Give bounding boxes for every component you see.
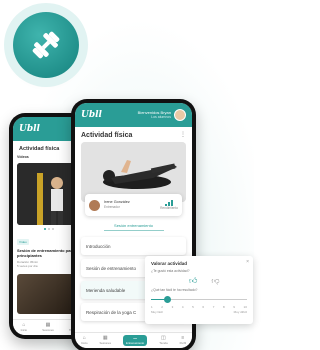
slider-tick: 8: [222, 305, 225, 309]
nav-tienda[interactable]: ◫Tienda: [159, 336, 168, 346]
slider-tick: 7: [212, 305, 215, 309]
trainer-info: Irene González Entrenador: [104, 200, 130, 210]
nav-entrenamiento[interactable]: ⚊ Entrenamiento: [123, 335, 148, 346]
difficulty-slider[interactable]: [151, 296, 247, 304]
rating-title: Valorar actividad: [151, 261, 188, 266]
nav-perfil[interactable]: ≡ Perfil: [179, 336, 186, 346]
trainer-card[interactable]: Irene González Entrenador Rendimiento: [85, 194, 182, 216]
slider-tick: 6: [202, 305, 205, 309]
slider-right-label: Muy difícil: [233, 310, 247, 314]
slider-tick: 5: [192, 305, 194, 309]
trainer-avatar: [89, 199, 100, 211]
slider-tick: 9: [233, 305, 235, 309]
front-logo: Ubll: [81, 110, 102, 120]
nav-label: Tienda: [159, 341, 168, 345]
tab-underline: [103, 230, 164, 231]
close-icon[interactable]: ×: [246, 259, 249, 265]
back-logo: Ubll: [19, 124, 40, 134]
slider-tick: 10: [243, 305, 247, 309]
slider-ticks: 1 2 3 4 5 6 7 8 9 10: [151, 305, 247, 309]
slider-question: ¿Qué tan fácil te ha resultado?: [151, 288, 198, 292]
slider-tick: 3: [171, 305, 174, 309]
hero-image: [81, 142, 186, 202]
carousel-dot[interactable]: [44, 228, 46, 230]
carousel-dot[interactable]: [52, 228, 54, 230]
thumb-buttons: 👍︎ 👎︎: [189, 277, 247, 285]
slider-knob[interactable]: [164, 296, 171, 303]
trainer-name: Irene González: [104, 200, 130, 204]
front-bottom-nav: ⌂ Inicio ▦ Sesiones ⚊ Entrenamiento ◫ Tienda…: [75, 332, 192, 348]
video-tag: Vídeo: [17, 239, 29, 245]
rating-question: ¿Te gustó esta actividad?: [151, 269, 190, 273]
slider-ends: Muy fácil Muy difícil: [151, 310, 247, 314]
front-page-title: Actividad física: [81, 132, 133, 139]
carousel-dot[interactable]: [48, 228, 50, 230]
nav-sesiones[interactable]: ▦ Sesiones: [99, 336, 112, 346]
thumbs-up-icon[interactable]: 👍︎: [189, 277, 197, 285]
nav-label: Sesiones: [99, 341, 112, 345]
avatar[interactable]: [174, 109, 186, 121]
nav-sesiones[interactable]: ▦ Sesiones: [42, 323, 54, 333]
trainer-role: Entrenador: [104, 205, 120, 209]
app-icon: [13, 12, 79, 78]
front-topbar: Ubll Bienvenidos Bryan Los alumnos: [75, 103, 192, 127]
tab-session[interactable]: Sesión entrenamiento: [75, 223, 192, 228]
nav-label: Perfil: [179, 341, 186, 345]
slider-tick: 1: [151, 305, 153, 309]
slider-tick: 2: [161, 305, 163, 309]
slider-tick: 4: [181, 305, 184, 309]
slider-left-label: Muy fácil: [151, 310, 163, 314]
rating-card: × Valorar actividad ¿Te gustó esta activ…: [145, 256, 253, 324]
nav-label: Inicio: [20, 328, 28, 332]
nav-label: Entrenamiento: [126, 341, 145, 345]
user-sub: Los alumnos: [151, 115, 171, 119]
nav-label: Inicio: [80, 341, 88, 345]
dumbbell-icon: [32, 31, 60, 59]
nav-label: Sesiones: [42, 328, 54, 332]
nav-inicio[interactable]: ⌂ Inicio: [20, 323, 28, 333]
more-icon[interactable]: ⋮: [180, 131, 186, 138]
thumbs-down-icon[interactable]: 👎︎: [211, 277, 219, 285]
performance[interactable]: Rendimiento: [160, 200, 178, 210]
performance-label: Rendimiento: [160, 206, 178, 210]
list-item[interactable]: Introducción: [81, 237, 186, 255]
front-title-row: Actividad física ⋮: [75, 127, 192, 142]
nav-inicio[interactable]: ⌂ Inicio: [80, 336, 88, 346]
exercise-image: [81, 142, 186, 202]
user-greeting: Bienvenidos Bryan Los alumnos: [138, 110, 171, 120]
